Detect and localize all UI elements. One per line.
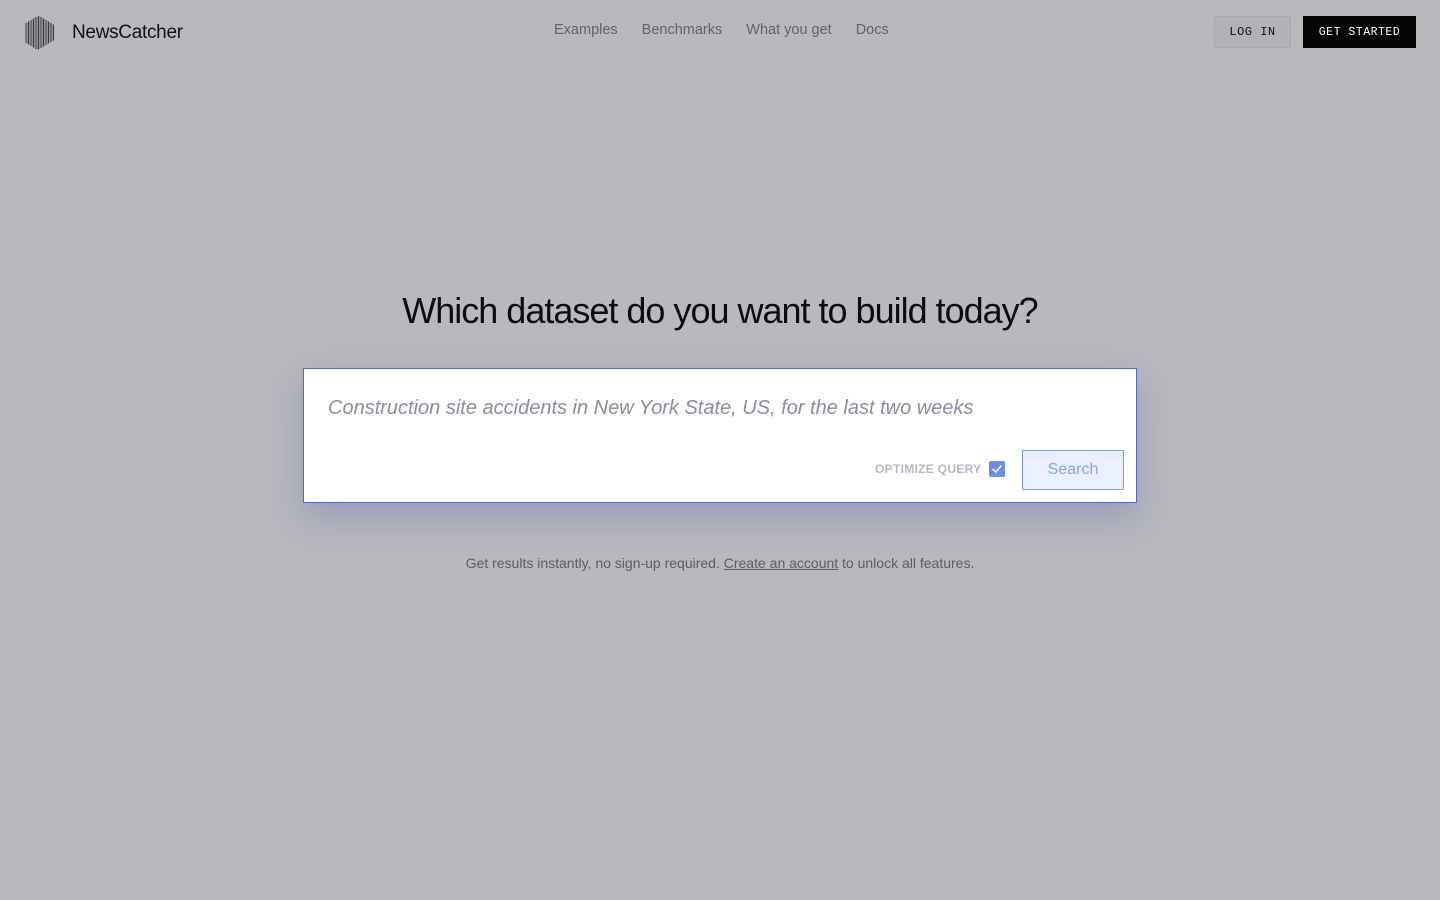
get-started-button[interactable]: GET STARTED: [1303, 16, 1416, 48]
brand-logo-link[interactable]: NewsCatcher: [24, 15, 183, 51]
page: NewsCatcher Examples Benchmarks What you…: [0, 0, 1440, 900]
signup-note: Get results instantly, no sign-up requir…: [0, 555, 1440, 571]
nav-link-benchmarks[interactable]: Benchmarks: [642, 22, 723, 38]
search-button[interactable]: Search: [1022, 450, 1124, 490]
dataset-query-input[interactable]: [328, 391, 1108, 425]
signup-note-text-before: Get results instantly, no sign-up requir…: [465, 555, 724, 571]
hero-title: Which dataset do you want to build today…: [402, 290, 1038, 331]
nav-link-what-you-get[interactable]: What you get: [746, 22, 831, 38]
optimize-query-toggle[interactable]: OPTIMIZE QUERY: [875, 461, 1006, 477]
login-button[interactable]: LOG IN: [1214, 16, 1291, 48]
brand-name: NewsCatcher: [72, 22, 183, 43]
signup-note-text-after: to unlock all features.: [838, 555, 975, 571]
nav-link-examples[interactable]: Examples: [554, 22, 618, 38]
striped-cube-logo-icon: [25, 16, 54, 50]
optimize-query-checkbox[interactable]: [989, 461, 1006, 477]
main-nav: Examples Benchmarks What you get Docs: [554, 22, 913, 38]
top-header: NewsCatcher Examples Benchmarks What you…: [0, 0, 1440, 64]
optimize-query-label: OPTIMIZE QUERY: [875, 462, 982, 476]
nav-link-docs[interactable]: Docs: [856, 22, 889, 38]
search-card: OPTIMIZE QUERY Search: [303, 368, 1137, 503]
checkmark-icon: [992, 465, 1003, 473]
create-account-link[interactable]: Create an account: [724, 555, 838, 571]
